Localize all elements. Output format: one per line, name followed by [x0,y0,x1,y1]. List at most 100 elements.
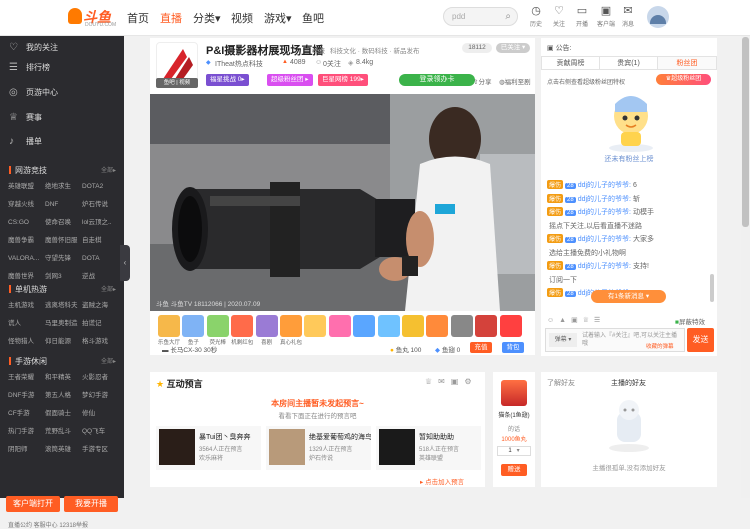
category-link[interactable]: 火影忍者 [82,370,119,386]
category-link[interactable]: DNF [45,197,82,213]
nav-games[interactable]: 游戏▾ [264,10,292,26]
category-link[interactable]: 仰日能源 [45,334,82,350]
category-link[interactable]: 盗贼之海 [82,298,119,314]
gift-item[interactable] [353,315,376,337]
category-link[interactable]: 逆战 [82,269,119,285]
category-link[interactable]: 修仙 [82,406,119,422]
prediction-item[interactable]: 暴Tui团丶臭奔奔 3564人正在预言 欢乐麻将 [156,426,261,470]
category-link[interactable]: 绝地求生 [45,179,82,195]
gift-item[interactable]: 机剩红包 [231,315,253,346]
category-link[interactable]: CF手游 [8,406,45,422]
gift-item[interactable] [475,315,498,337]
tab-vip[interactable]: 贵宾(1) [599,56,658,70]
start-live-button[interactable]: ▭ 开播 [570,5,594,28]
prediction-item[interactable]: 暂知助助助 518人正在预言 英雄联盟 [376,426,481,470]
prediction-item[interactable]: 绝基爱葡萄鸡的海鸟 1329人正在预言 炉石传说 [266,426,371,470]
category-link[interactable]: 魔兽怀旧服 [45,233,82,249]
search-box[interactable]: pdd ⌕ [443,7,518,26]
nav-live[interactable]: 直播 [160,10,182,26]
category-link[interactable]: 魔兽争霸 [8,233,45,249]
join-prediction-link[interactable]: ▸ 点击加入预言 [420,476,464,486]
gift-item[interactable] [402,315,424,337]
category-link[interactable]: 谎人 [8,316,45,332]
login-gift-button[interactable]: 登录领办卡 [399,74,475,86]
category-link[interactable]: 怪物猎人 [8,334,45,350]
category-link[interactable]: 逃离塔科夫 [45,298,82,314]
client-button[interactable]: ▣ 客户端 [594,5,618,28]
mask-effects-toggle[interactable]: ■屏蔽特效 [675,316,705,326]
anchor-name[interactable]: ITheat热点科技 [215,59,263,69]
category-link[interactable]: 魔兽世界 [8,269,45,285]
nav-category[interactable]: 分类▾ [193,10,221,26]
chat-username[interactable]: ddj的儿子的爷爷: [578,196,631,203]
page-scrollbar[interactable] [741,36,750,498]
send-gift-button[interactable]: 赠送 [501,464,527,476]
tab-fanclub[interactable]: 粉丝团 [657,56,717,70]
chat-username[interactable]: ddj的儿子的爷爷: [578,263,631,270]
fishbar-link[interactable]: 鱼吧 | 视频 [156,78,198,88]
start-live-sidebar-button[interactable]: 我要开播 [64,496,118,512]
gift-item[interactable]: 鱼子 [182,315,205,346]
gift-item[interactable] [426,315,449,337]
quantity-stepper[interactable]: 1 ▾ [497,446,531,456]
messages-button[interactable]: ✉ 消息 [616,5,640,28]
room-categories[interactable]: 科技文化 · 数码科技 · 新品发布 [330,45,420,55]
send-button[interactable]: 发送 [687,328,714,352]
gift-item[interactable] [499,315,522,337]
chat-toolbar-icons[interactable]: ☺▲▣♕☰ [547,316,605,324]
douyu-logo[interactable]: 斗鱼 DOUYU.COM [68,6,116,28]
share-button[interactable]: ⇧分享 [473,76,491,86]
gift-item[interactable] [328,315,351,337]
category-link[interactable]: VALORA... [8,251,45,267]
chat-username[interactable]: ddj的儿子的爷爷: [578,182,631,189]
sidebar-collapse-button[interactable]: ‹ [120,245,130,281]
nav-video[interactable]: 视频 [231,10,253,26]
tab-weekly-contribution[interactable]: 贡献周榜 [541,56,600,70]
gift-item[interactable]: 乐鱼大厅 [158,315,180,346]
category-link[interactable]: lol云顶之.. [82,215,119,231]
category-link[interactable]: DOTA2 [82,179,119,195]
fanclub-button[interactable]: ♛超级粉丝团 [656,74,711,85]
category-link[interactable]: DNF手游 [8,388,45,404]
category-link[interactable]: CS:GO [8,215,45,231]
gift-item[interactable] [304,315,327,337]
category-link[interactable]: 王者荣耀 [8,370,45,386]
nav-fishbar[interactable]: 鱼吧 [302,10,324,26]
car-item[interactable]: ▬ 长马CX-30 30秒 [162,344,217,354]
category-link[interactable]: 和平精英 [45,370,82,386]
sidebar-item-ranking[interactable]: ☰ 排行榜 [0,57,124,79]
tag-star-rank[interactable]: 巨星网榜 199▸ [318,74,368,86]
gift-item[interactable]: 真心礼包 [280,315,302,346]
video-player[interactable]: 斗鱼 斗鱼TV 18112066 | 2020.07.09 [150,94,535,311]
chat-username[interactable]: ddj的儿子的爷爷: [578,236,631,243]
category-link[interactable]: 热门手游 [8,424,45,440]
chat-username[interactable]: ddj的儿子的爷爷: [578,209,631,216]
search-icon[interactable]: ⌕ [505,11,511,22]
category-link[interactable]: 守望先锋 [45,251,82,267]
anchor-friends-tab[interactable]: 主播的好友 [611,378,646,388]
category-link[interactable]: 主机游戏 [8,298,45,314]
category-link[interactable]: 滚筒英雄 [45,442,82,458]
section-all-link[interactable]: 全部▸ [101,356,116,365]
client-open-button[interactable]: 客户端打开 [6,496,60,512]
follow-button[interactable]: ♡ 关注 [547,5,571,28]
category-link[interactable]: 英雄联盟 [8,179,45,195]
tag-super-fan[interactable]: 超级粉丝团 ▸ [267,74,313,86]
category-link[interactable]: DOTA [82,251,119,267]
category-link[interactable]: 使命召唤 [45,215,82,231]
category-link[interactable]: 拍谎记 [82,316,119,332]
gift-item[interactable] [450,315,473,337]
backpack-button[interactable]: 背包 [502,342,524,353]
sidebar-item-follow[interactable]: ♡ 我的关注 [0,37,124,59]
avatar[interactable] [647,6,669,28]
collected-danmaku-link[interactable]: 收藏的弹幕 [646,342,674,350]
category-link[interactable]: 第五人格 [45,388,82,404]
category-link[interactable]: 炉石传说 [82,197,119,213]
chat-scrollbar[interactable] [710,274,714,302]
category-link[interactable]: 假面骑士 [45,406,82,422]
category-link[interactable]: 梦幻手游 [82,388,119,404]
search-input[interactable]: pdd [452,12,465,21]
category-link[interactable]: 手游专区 [82,442,119,458]
gift-item[interactable]: 喜剧 [255,315,278,346]
nav-home[interactable]: 首页 [127,10,149,26]
